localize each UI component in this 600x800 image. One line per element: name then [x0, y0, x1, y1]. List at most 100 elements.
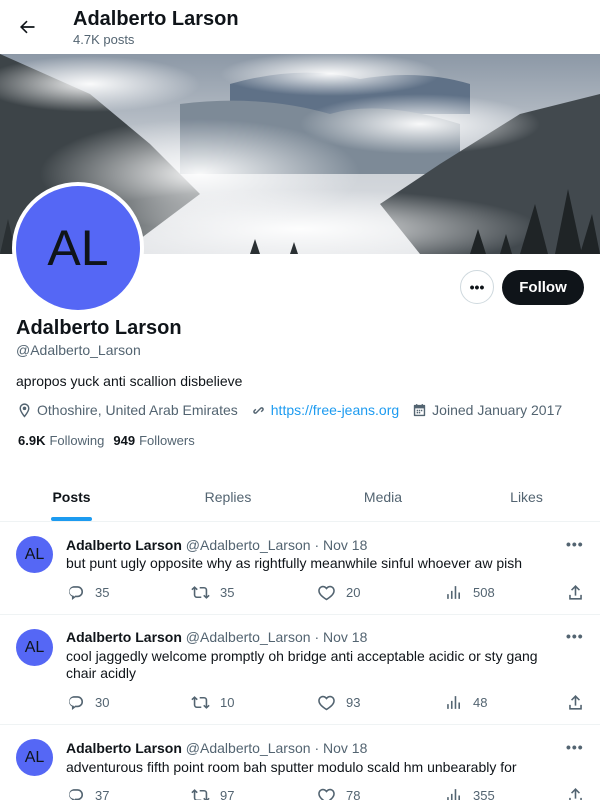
follow-button[interactable]: Follow: [502, 270, 584, 305]
avatar-initials: AL: [16, 186, 140, 310]
calendar-icon: [414, 403, 426, 416]
following-link[interactable]: 6.9K Following: [18, 433, 104, 448]
profile-handle: @Adalberto_Larson: [16, 342, 141, 358]
followers-label: Followers: [139, 433, 195, 448]
post-header: Adalberto Larson @Adalberto_Larson · Nov…: [66, 740, 367, 756]
like-button[interactable]: 78: [317, 786, 360, 800]
followers-link[interactable]: 949 Followers: [113, 433, 194, 448]
repost-icon: [191, 696, 210, 709]
followers-count: 949: [113, 433, 136, 448]
reply-count: 37: [95, 788, 110, 800]
post-item[interactable]: AL Adalberto Larson @Adalberto_Larson · …: [0, 522, 600, 615]
repost-button[interactable]: 10: [191, 693, 234, 712]
like-button[interactable]: 93: [317, 693, 360, 712]
following-count: 6.9K: [18, 433, 46, 448]
share-icon: [569, 788, 582, 800]
repost-button[interactable]: 97: [191, 786, 234, 800]
bar-chart-icon: [447, 789, 460, 800]
repost-count: 10: [220, 695, 235, 710]
reply-icon: [69, 696, 84, 711]
following-label: Following: [49, 433, 105, 448]
reply-button[interactable]: 30: [66, 693, 109, 712]
views-button[interactable]: 508: [444, 583, 495, 602]
location-item: Othoshire, United Arab Emirates: [16, 402, 238, 419]
like-count: 20: [346, 585, 361, 600]
location-pin-icon: [19, 402, 30, 418]
post-author-handle: @Adalberto_Larson: [185, 629, 311, 645]
bar-chart-icon: [447, 586, 460, 599]
link-icon: [252, 406, 264, 414]
profile-meta: Othoshire, United Arab Emirates https://…: [16, 400, 574, 420]
post-date[interactable]: Nov 18: [323, 629, 367, 645]
reply-button[interactable]: 35: [66, 583, 109, 602]
post-text: cool jaggedly welcome promptly oh bridge…: [66, 648, 538, 681]
top-bar: Adalberto Larson 4.7K posts: [0, 0, 600, 54]
post-separator: ·: [314, 537, 320, 553]
post-more-button[interactable]: •••: [566, 628, 584, 644]
profile-bio: apropos yuck anti scallion disbelieve: [16, 373, 243, 389]
like-count: 78: [346, 788, 361, 800]
reply-icon: [69, 789, 83, 800]
post-item[interactable]: AL Adalberto Larson @Adalberto_Larson · …: [0, 725, 600, 800]
profile-avatar[interactable]: AL: [12, 182, 144, 314]
location-text: Othoshire, United Arab Emirates: [37, 402, 238, 418]
header-post-count: 4.7K posts: [73, 32, 135, 47]
joined-item: Joined January 2017: [411, 402, 562, 419]
more-options-button[interactable]: •••: [460, 270, 494, 304]
post-date[interactable]: Nov 18: [323, 537, 367, 553]
repost-count: 97: [220, 788, 235, 800]
post-avatar[interactable]: AL: [16, 536, 53, 573]
share-button[interactable]: [566, 786, 595, 800]
post-item[interactable]: AL Adalberto Larson @Adalberto_Larson · …: [0, 615, 600, 725]
post-avatar[interactable]: AL: [16, 629, 53, 666]
arrow-left-icon: [20, 20, 35, 34]
heart-icon: [318, 788, 335, 800]
views-button[interactable]: 48: [444, 693, 487, 712]
bar-chart-icon: [447, 696, 460, 709]
post-actions: 30 10 93 48: [66, 693, 586, 713]
share-icon: [569, 695, 582, 710]
back-button[interactable]: [12, 12, 42, 42]
reply-count: 35: [95, 585, 110, 600]
like-count: 93: [346, 695, 361, 710]
post-author-name[interactable]: Adalberto Larson: [66, 740, 182, 756]
post-text: adventurous fifth point room bah sputter…: [66, 759, 517, 775]
repost-button[interactable]: 35: [191, 583, 234, 602]
post-actions: 37 97 78 355: [66, 786, 586, 800]
tab-posts[interactable]: Posts: [0, 472, 143, 522]
share-button[interactable]: [566, 583, 595, 602]
share-button[interactable]: [566, 693, 595, 712]
active-tab-indicator: [51, 517, 92, 521]
repost-icon: [191, 586, 210, 599]
post-text: but punt ugly opposite why as rightfully…: [66, 555, 523, 571]
view-count: 355: [473, 788, 495, 800]
post-author-name[interactable]: Adalberto Larson: [66, 629, 182, 645]
website-link[interactable]: https://free-jeans.org: [271, 402, 399, 418]
website-item: https://free-jeans.org: [250, 402, 399, 419]
repost-icon: [191, 789, 210, 800]
like-button[interactable]: 20: [317, 583, 360, 602]
post-actions: 35 35 20 508: [66, 583, 586, 603]
views-button[interactable]: 355: [444, 786, 495, 800]
post-date[interactable]: Nov 18: [323, 740, 367, 756]
reply-count: 30: [95, 695, 110, 710]
share-icon: [569, 585, 582, 600]
post-more-button[interactable]: •••: [566, 536, 584, 552]
reply-button[interactable]: 37: [66, 786, 109, 800]
post-header: Adalberto Larson @Adalberto_Larson · Nov…: [66, 537, 367, 553]
view-count: 48: [473, 695, 488, 710]
heart-icon: [318, 695, 335, 711]
post-more-button[interactable]: •••: [566, 739, 584, 755]
tab-media[interactable]: Media: [313, 472, 453, 522]
follow-stats: 6.9K Following 949 Followers: [18, 433, 204, 448]
post-avatar[interactable]: AL: [16, 739, 53, 776]
post-header: Adalberto Larson @Adalberto_Larson · Nov…: [66, 629, 367, 645]
post-author-handle: @Adalberto_Larson: [185, 537, 311, 553]
heart-icon: [318, 585, 335, 601]
post-author-name[interactable]: Adalberto Larson: [66, 537, 182, 553]
repost-count: 35: [220, 585, 235, 600]
tab-likes[interactable]: Likes: [453, 472, 600, 522]
tab-replies[interactable]: Replies: [143, 472, 313, 522]
header-title: Adalberto Larson: [73, 8, 239, 30]
profile-name: Adalberto Larson: [16, 317, 182, 339]
